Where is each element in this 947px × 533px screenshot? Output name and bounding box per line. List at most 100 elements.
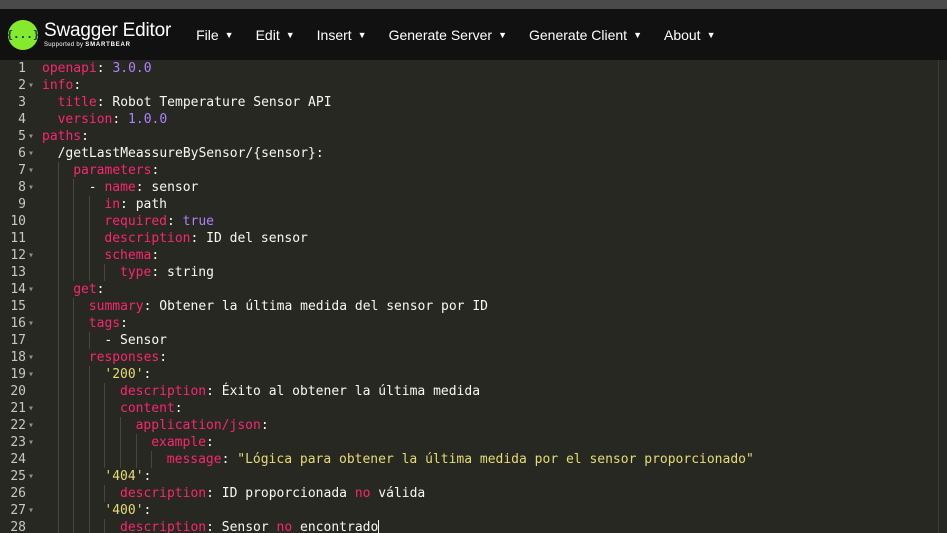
fold-toggle-icon[interactable]: ▾ [28, 468, 38, 485]
fold-toggle-icon[interactable]: ▾ [28, 145, 38, 162]
fold-toggle-icon[interactable]: ▾ [28, 128, 38, 145]
code-token: description [104, 231, 191, 246]
indent-guide [57, 417, 59, 434]
fold-toggle-icon[interactable]: ▾ [28, 247, 38, 264]
line-number: 4 [18, 112, 26, 127]
code-line[interactable]: 5 ▾ paths: [0, 128, 938, 145]
indent-guide [73, 179, 75, 196]
indent-guide [88, 519, 90, 533]
fold-toggle-icon[interactable]: ▾ [28, 417, 38, 434]
menu-generate-client[interactable]: Generate Client ▼ [518, 9, 653, 60]
fold-toggle-icon[interactable]: ▾ [28, 366, 38, 383]
code-line[interactable]: 2 ▾ info: [0, 77, 938, 94]
code-text: type: string [120, 264, 214, 281]
menu-edit[interactable]: Edit ▼ [245, 9, 306, 60]
code-line[interactable]: 12 ▾ schema: [0, 247, 938, 264]
code-text: description: Éxito al obtener la última … [120, 383, 480, 400]
code-token: 1.0.0 [128, 112, 168, 127]
code-token: : Sensor [206, 520, 277, 533]
fold-toggle-icon[interactable]: ▾ [28, 434, 38, 451]
fold-toggle-icon[interactable]: ▾ [28, 349, 38, 366]
code-line[interactable]: 3 title: Robot Temperature Sensor API [0, 94, 938, 111]
code-line[interactable]: 11 description: ID del sensor [0, 230, 938, 247]
indent-guide [88, 196, 90, 213]
code-line[interactable]: 9 in: path [0, 196, 938, 213]
code-text: parameters: [73, 162, 159, 179]
code-token: true [182, 214, 214, 229]
code-line[interactable]: 14 ▾ get: [0, 281, 938, 298]
code-line[interactable]: 20 description: Éxito al obtener la últim… [0, 383, 938, 400]
menu-generate-server[interactable]: Generate Server ▼ [378, 9, 518, 60]
code-line[interactable]: 19 ▾ '200': [0, 366, 938, 383]
code-text: schema: [104, 247, 159, 264]
code-token: : [205, 435, 214, 450]
code-token: paths [42, 129, 82, 144]
code-line[interactable]: 4 version: 1.0.0 [0, 111, 938, 128]
yaml-code-editor[interactable]: 1 openapi: 3.0.0 2 ▾ info: 3 title: Robot Temp… [0, 60, 938, 533]
line-number: 9 [18, 197, 26, 212]
indent-guide [57, 383, 59, 400]
code-token: version [57, 112, 113, 127]
code-line[interactable]: 22 ▾ application/json: [0, 417, 938, 434]
code-token: : string [151, 265, 214, 280]
fold-toggle-icon[interactable]: ▾ [28, 502, 38, 519]
code-line[interactable]: 26 description: ID proporcionada no válid… [0, 485, 938, 502]
code-line[interactable]: 10 required: true [0, 213, 938, 230]
code-line[interactable]: 24 message: "Lógica para obtener la últim… [0, 451, 938, 468]
code-text: description: ID del sensor [104, 230, 308, 247]
indent-guide [120, 434, 121, 451]
menu-about[interactable]: About ▼ [653, 9, 727, 60]
indent-guide [57, 315, 59, 332]
indent-guide [57, 434, 59, 451]
code-line[interactable]: 21 ▾ content: [0, 400, 938, 417]
code-text: example: [151, 434, 214, 451]
indent-guide [73, 213, 75, 230]
code-token: 3.0.0 [112, 61, 152, 76]
code-token: schema [104, 248, 152, 263]
indent-guide [57, 366, 59, 383]
line-number: 12 [10, 248, 26, 263]
fold-toggle-icon[interactable]: ▾ [28, 315, 38, 332]
caret-down-icon: ▼ [498, 29, 507, 40]
editor-scrollbar[interactable] [938, 60, 947, 533]
swagger-logo[interactable]: {...} Swagger Editor Supported by SMARTB… [6, 9, 171, 60]
code-line[interactable]: 7 ▾ parameters: [0, 162, 938, 179]
line-number: 1 [18, 61, 26, 76]
code-line[interactable]: 28 description: Sensor no encontrado [0, 519, 938, 533]
code-line[interactable]: 6 ▾ /getLastMeassureBySensor/{sensor}: [0, 145, 938, 162]
menu-file[interactable]: File ▼ [185, 9, 244, 60]
code-line[interactable]: 18 ▾ responses: [0, 349, 938, 366]
code-line[interactable]: 23 ▾ example: [0, 434, 938, 451]
menu-insert[interactable]: Insert ▼ [306, 9, 378, 60]
code-line[interactable]: 25 ▾ '404': [0, 468, 938, 485]
code-line[interactable]: 1 openapi: 3.0.0 [0, 60, 938, 77]
code-token: info [42, 78, 74, 93]
code-token: : ID proporcionada [206, 486, 355, 501]
code-token: responses [88, 350, 160, 365]
indent-guide [57, 213, 59, 230]
fold-toggle-icon[interactable]: ▾ [28, 179, 38, 196]
code-text: in: path [104, 196, 167, 213]
code-token: get [73, 282, 97, 297]
code-token: description [120, 486, 207, 501]
code-line[interactable]: 16 ▾ tags: [0, 315, 938, 332]
fold-toggle-icon[interactable]: ▾ [28, 400, 38, 417]
code-line[interactable]: 17 - Sensor [0, 332, 938, 349]
fold-toggle-icon[interactable]: ▾ [28, 77, 38, 94]
code-token: required [104, 214, 168, 229]
fold-toggle-icon[interactable]: ▾ [28, 281, 38, 298]
code-line[interactable]: 27 ▾ '400': [0, 502, 938, 519]
code-line[interactable]: 13 type: string [0, 264, 938, 281]
indent-guide [88, 400, 90, 417]
fold-toggle-icon[interactable]: ▾ [28, 162, 38, 179]
indent-guide [104, 519, 106, 533]
line-number: 22 [10, 418, 26, 433]
window-top-strip [0, 0, 947, 9]
code-text: version: 1.0.0 [58, 111, 168, 128]
code-line[interactable]: 15 summary: Obtener la última medida del … [0, 298, 938, 315]
indent-guide [88, 383, 90, 400]
indent-guide [120, 417, 121, 434]
code-token: "Lógica para obtener la última medida po… [237, 452, 754, 467]
code-line[interactable]: 8 ▾ - name: sensor [0, 179, 938, 196]
code-token: example [151, 435, 206, 450]
